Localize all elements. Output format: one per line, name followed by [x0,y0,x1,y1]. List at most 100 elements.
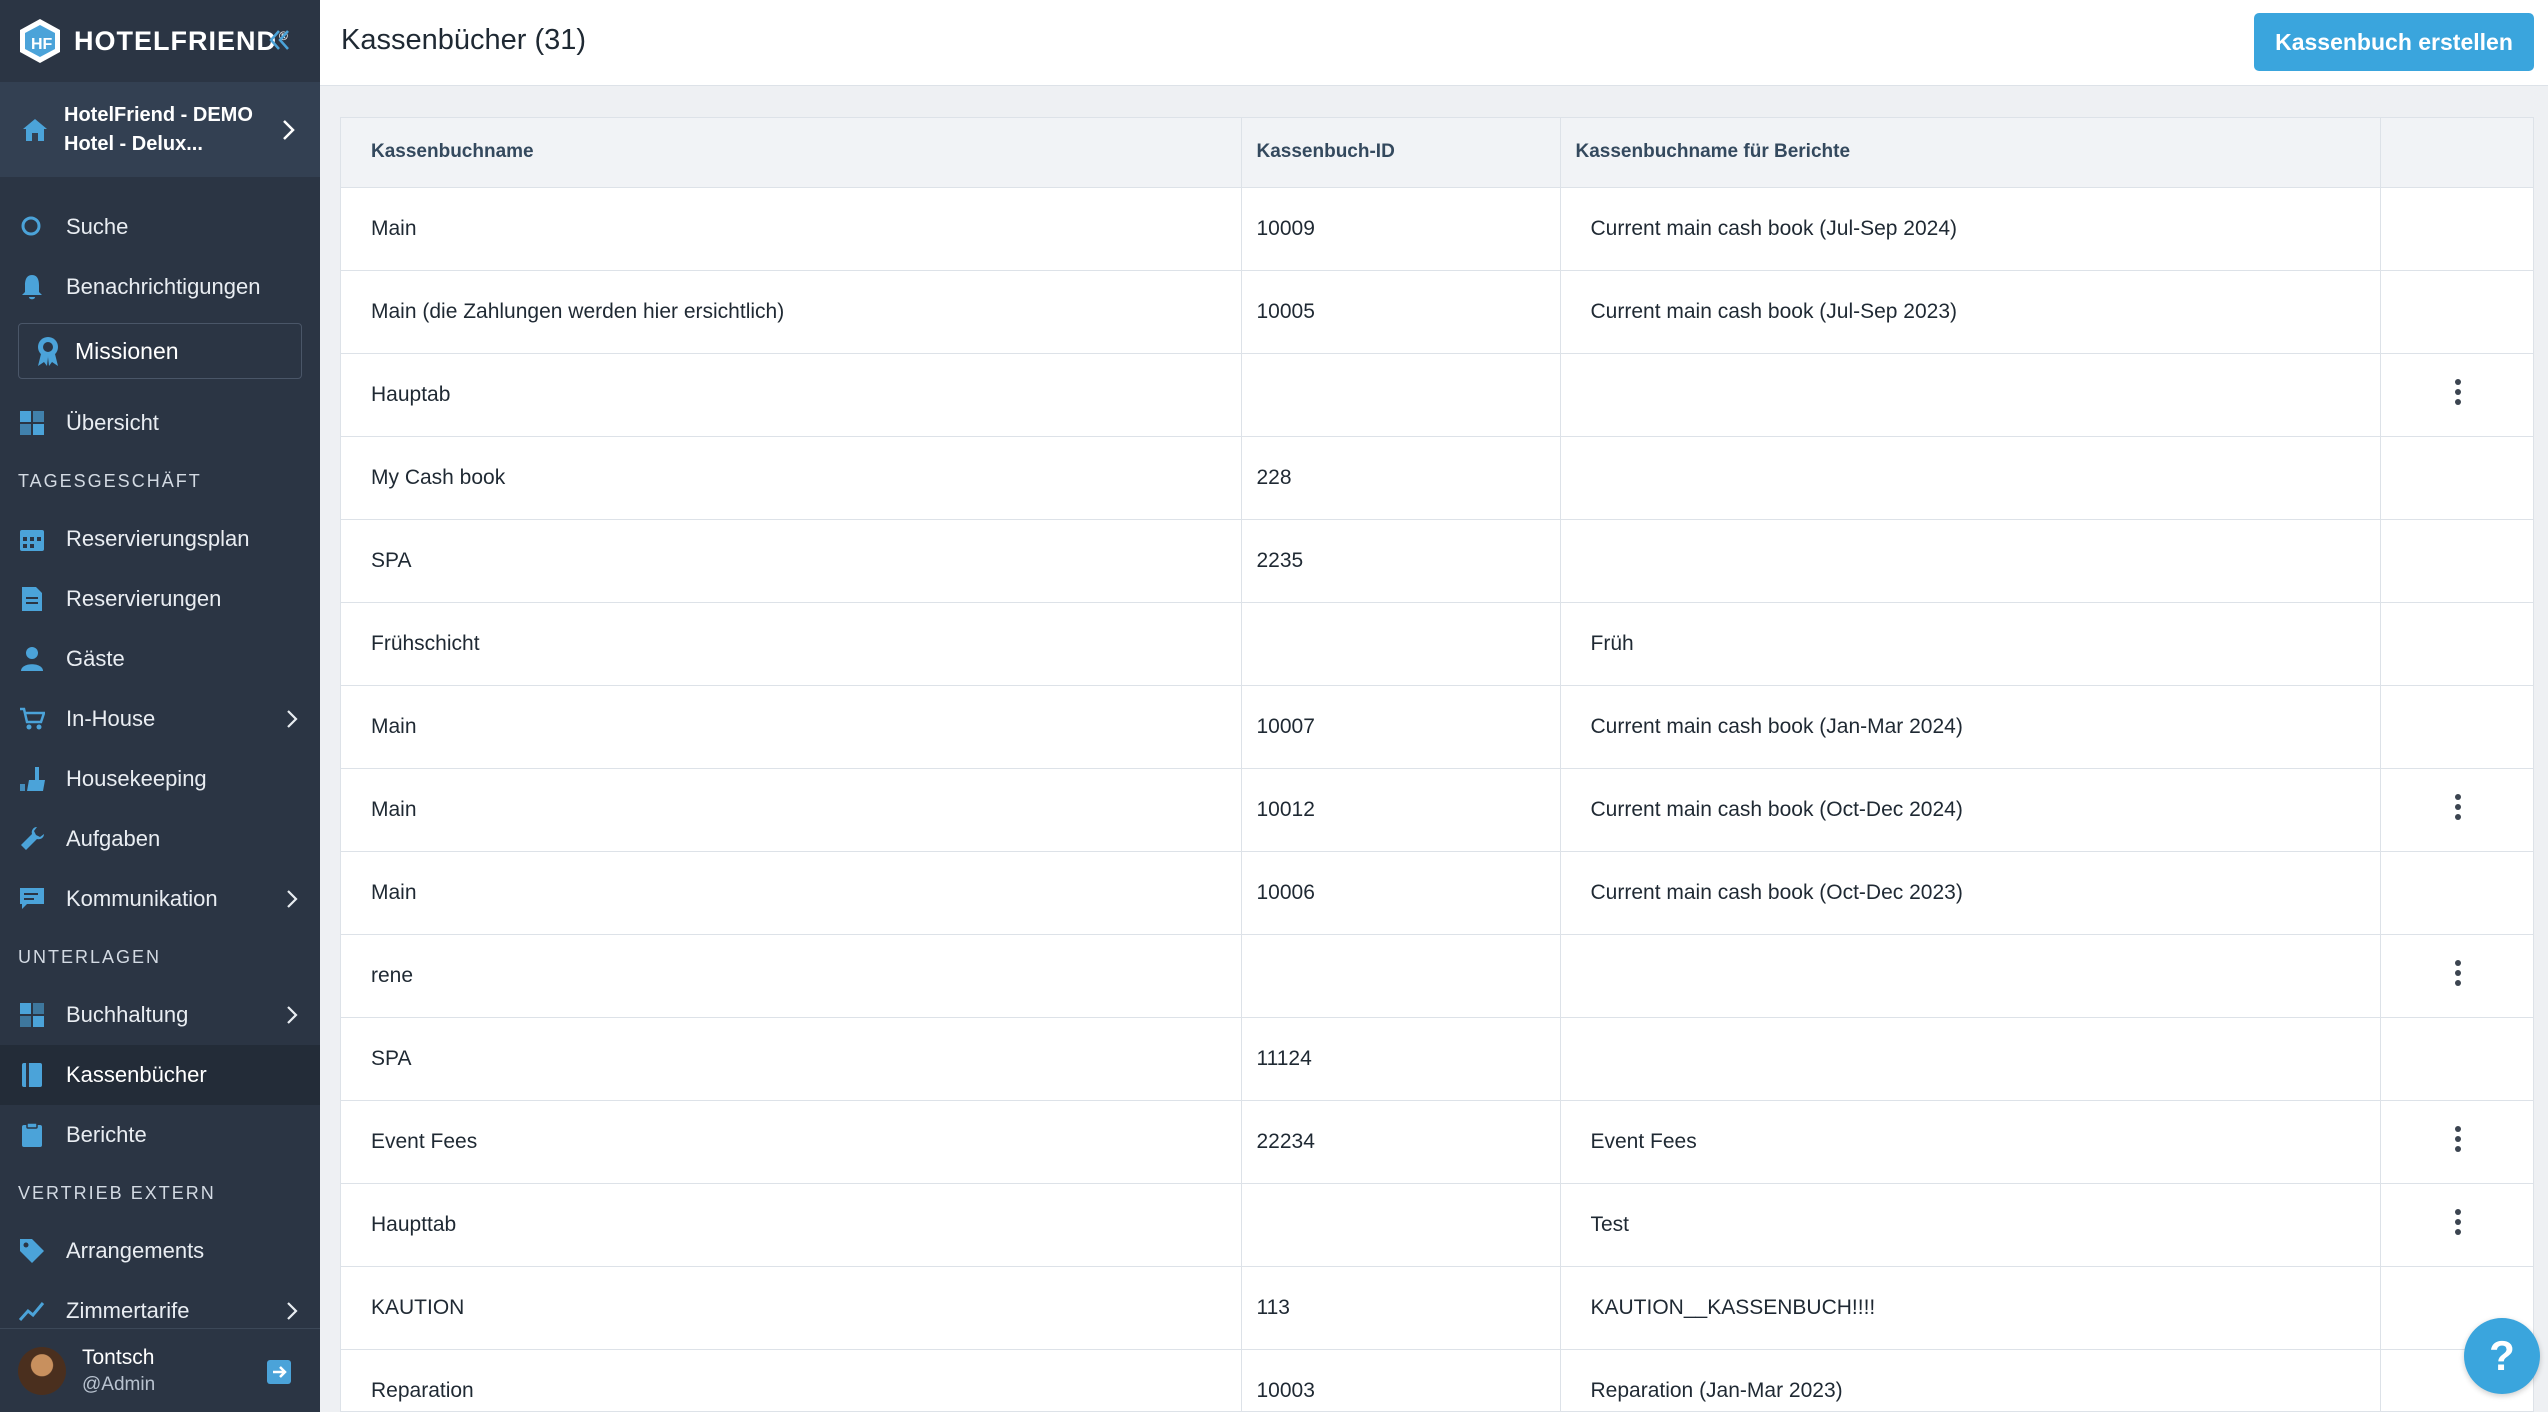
more-vertical-icon[interactable] [2443,787,2473,827]
cell-report-name: KAUTION__KASSENBUCH!!!! [1560,1266,2381,1350]
nav-label: Aufgaben [66,826,161,851]
nav-item-communication[interactable]: Kommunikation [0,869,320,929]
hotel-selector[interactable]: HotelFriend - DEMO Hotel - Delux... [0,82,320,177]
nav-item-reports[interactable]: Berichte [0,1105,320,1165]
page-title: Kassenbücher (31) [341,24,587,56]
table-row[interactable]: KAUTION 113 KAUTION__KASSENBUCH!!!! [341,1266,2533,1350]
nav-label: Reservierungsplan [66,526,250,551]
more-vertical-icon[interactable] [2443,1119,2473,1159]
accounting-icon [18,1001,46,1029]
cell-cashbook-name: Main (die Zahlungen werden hier ersichtl… [341,270,1242,354]
table-row[interactable]: Event Fees 22234 Event Fees [341,1100,2533,1184]
nav-item-arrangements[interactable]: Arrangements [0,1221,320,1281]
cell-actions [2380,685,2533,769]
section-label-documents: UNTERLAGEN [18,946,162,967]
logout-icon[interactable] [266,1359,292,1385]
chevron-right-icon [287,1302,298,1320]
user-role: @Admin [82,1373,156,1395]
cell-report-name [1560,436,2381,520]
cell-cashbook-id [1241,1183,1561,1267]
cell-actions [2380,1183,2533,1267]
table-row[interactable]: Main 10012 Current main cash book (Oct-Dec… [341,768,2533,852]
nav-label: In-House [66,706,156,731]
table-row[interactable]: My Cash book 228 [341,436,2533,520]
cell-cashbook-name: SPA [341,1017,1242,1101]
column-header-actions [2380,118,2533,188]
cell-cashbook-name: Reparation [341,1349,1242,1411]
column-header-report-name[interactable]: Kassenbuchname für Berichte [1560,118,2381,188]
cell-report-name [1560,1017,2381,1101]
cell-cashbook-id [1241,353,1561,437]
dashboard-icon [18,409,46,437]
cell-report-name: Current main cash book (Jul-Sep 2024) [1560,187,2381,271]
create-cashbook-button[interactable]: Kassenbuch erstellen [2254,13,2534,71]
nav-item-housekeeping[interactable]: Housekeeping [0,749,320,809]
cell-actions [2380,768,2533,852]
nav-label: Benachrichtigungen [66,274,261,299]
nav-item-accounting[interactable]: Buchhaltung [0,985,320,1045]
svg-text:HF: HF [31,36,53,53]
cell-report-name [1560,519,2381,603]
section-label-daily: TAGESGESCHÄFT [18,470,202,491]
cell-actions [2380,353,2533,437]
user-info: Tontsch @Admin [82,1346,155,1396]
cell-cashbook-id: 2235 [1241,519,1561,603]
cell-report-name [1560,934,2381,1018]
help-button[interactable]: ? [2464,1318,2540,1394]
home-icon [23,118,47,141]
table-row[interactable]: Haupttab Test [341,1183,2533,1267]
nav-item-tasks[interactable]: Aufgaben [0,809,320,869]
table-row[interactable]: Reparation 10003 Reparation (Jan-Mar 2023) [341,1349,2533,1411]
cell-report-name: Current main cash book (Oct-Dec 2024) [1560,768,2381,852]
nav-label: Buchhaltung [66,1002,189,1027]
cell-cashbook-name: Main [341,685,1242,769]
more-vertical-icon[interactable] [2443,1202,2473,1242]
cell-cashbook-id: 10012 [1241,768,1561,852]
cell-cashbook-id: 113 [1241,1266,1561,1350]
nav-label: Berichte [66,1122,147,1147]
table-row[interactable]: Main 10009 Current main cash book (Jul-Sep… [341,187,2533,271]
table-row[interactable]: rene [341,934,2533,1018]
column-header-name[interactable]: Kassenbuchname [341,118,1242,188]
more-vertical-icon[interactable] [2443,953,2473,993]
nav-item-in-house[interactable]: In-House [0,689,320,749]
nav-item-guests[interactable]: Gäste [0,629,320,689]
cell-actions [2380,187,2533,271]
nav-item-overview[interactable]: Übersicht [0,393,320,453]
table-body: Main 10009 Current main cash book (Jul-Sep… [341,187,2533,1411]
table-row[interactable]: SPA 2235 [341,519,2533,603]
table-row[interactable]: Hauptab [341,353,2533,437]
sidebar: HF HOTELFRIEND ® HotelFriend - DEMO Hotel… [0,0,320,1412]
table-row[interactable]: Main 10007 Current main cash book (Jan-Mar… [341,685,2533,769]
table-row[interactable]: SPA 11124 [341,1017,2533,1101]
cell-cashbook-name: Main [341,768,1242,852]
hotel-name: HotelFriend - DEMO Hotel - Delux... [64,103,253,155]
chevron-right-icon [287,890,298,908]
table-row[interactable]: Main (die Zahlungen werden hier ersichtl… [341,270,2533,354]
user-profile[interactable]: Tontsch @Admin [0,1328,320,1412]
cell-cashbook-id: 10007 [1241,685,1561,769]
nav-label: Housekeeping [66,766,207,791]
user-name: Tontsch [82,1345,155,1369]
collapse-sidebar-icon[interactable] [266,26,294,54]
nav-item-reservations[interactable]: Reservierungen [0,569,320,629]
more-vertical-icon[interactable] [2443,372,2473,412]
nav-label: Reservierungen [66,586,222,611]
wrench-icon [18,825,46,853]
cell-cashbook-name: rene [341,934,1242,1018]
table-row[interactable]: Frühschicht Früh [341,602,2533,686]
cell-cashbook-id: 10009 [1241,187,1561,271]
nav-item-search[interactable]: Suche [0,197,320,257]
cell-cashbook-id: 10005 [1241,270,1561,354]
calendar-icon [18,525,46,553]
table-row[interactable]: Main 10006 Current main cash book (Oct-Dec… [341,851,2533,935]
nav-item-reservation-plan[interactable]: Reservierungsplan [0,509,320,569]
cell-report-name: Reparation (Jan-Mar 2023) [1560,1349,2381,1411]
cell-report-name: Event Fees [1560,1100,2381,1184]
cashbook-table-container: Kassenbuchname Kassenbuch-ID Kassenbuchn… [340,117,2534,1412]
nav-item-notifications[interactable]: Benachrichtigungen [0,257,320,317]
missions-label: Missionen [75,337,179,364]
nav-item-cashbooks[interactable]: Kassenbücher [0,1045,320,1105]
column-header-id[interactable]: Kassenbuch-ID [1241,118,1561,188]
missions-button[interactable]: Missionen [18,323,302,379]
